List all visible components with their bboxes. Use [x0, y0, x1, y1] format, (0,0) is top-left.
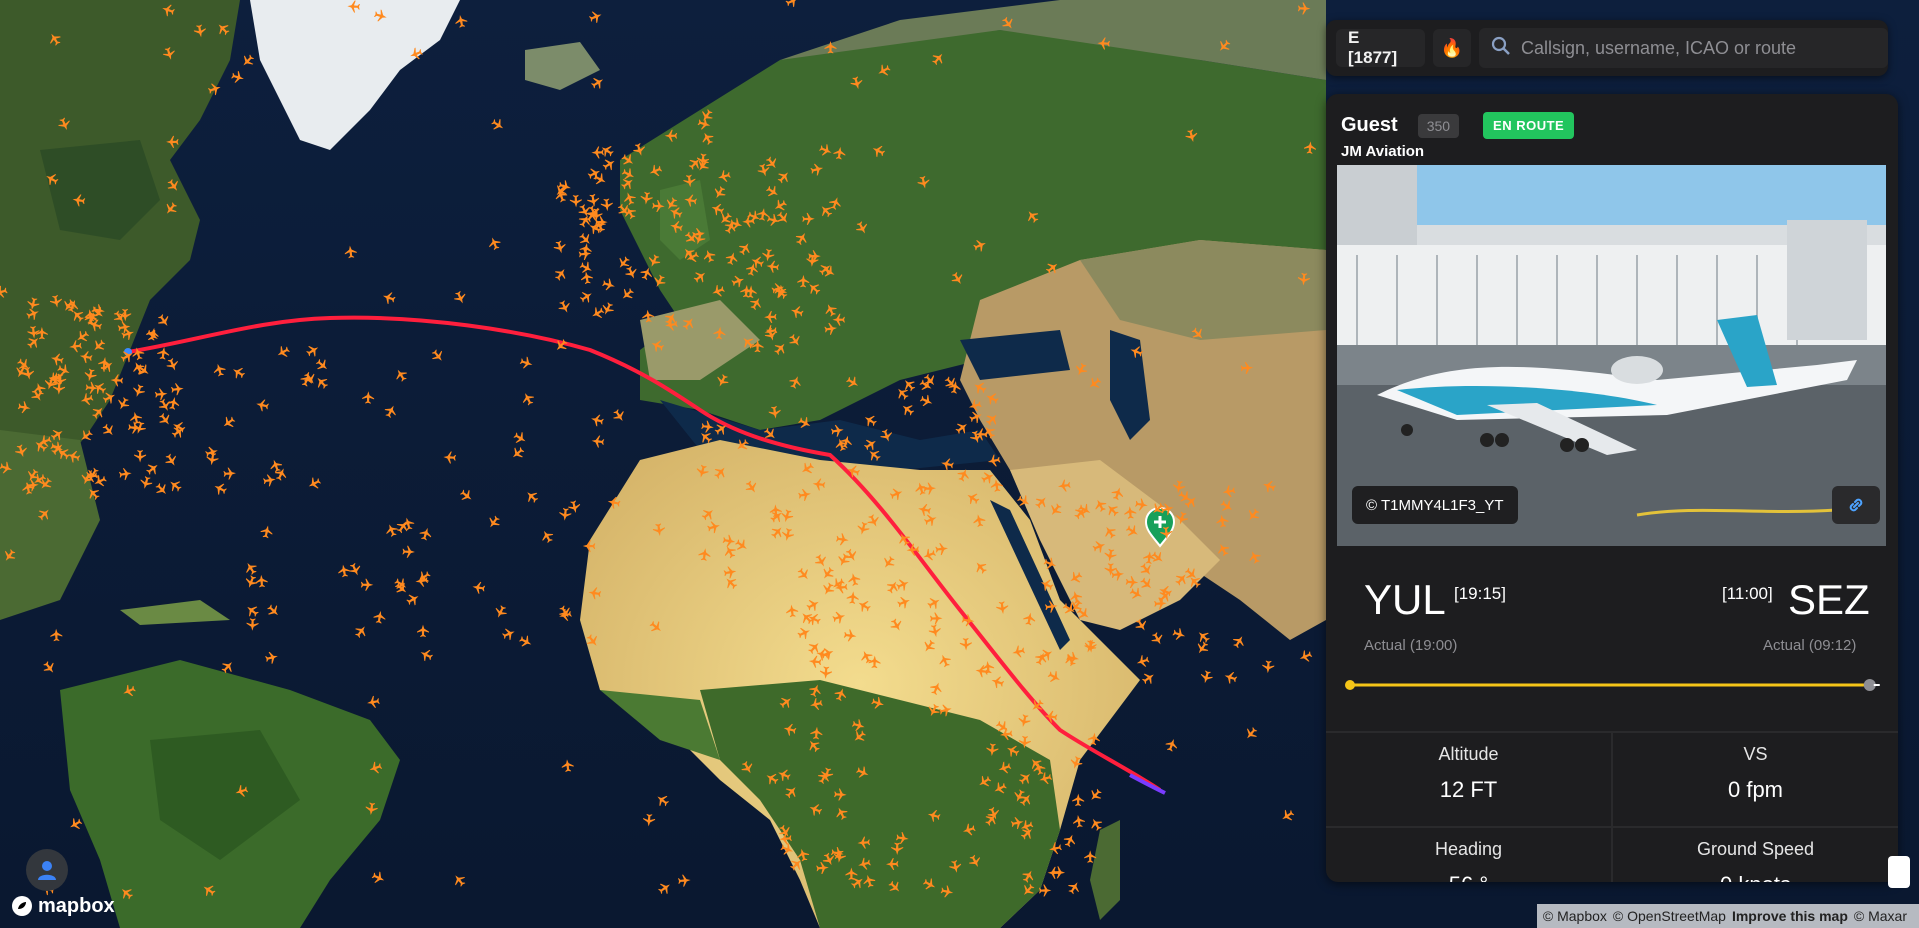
progress-plane-icon: [1863, 679, 1880, 691]
vs-value: 0 fpm: [1727, 777, 1784, 802]
altitude-stat: Altitude 12 FT: [1326, 744, 1611, 803]
mapbox-logo: mapbox: [10, 894, 115, 918]
link-icon[interactable]: [1832, 486, 1880, 524]
destination-code[interactable]: SEZ: [1788, 576, 1870, 624]
heading-stat: Heading 56 °: [1326, 839, 1611, 882]
map-attribution: © Mapbox © OpenStreetMap Improve this ma…: [1536, 904, 1919, 928]
attribution-mapbox[interactable]: © Mapbox: [1543, 908, 1607, 924]
airline-name: JM Aviation: [1341, 143, 1425, 160]
photo-credit: © T1MMY4L1F3_YT: [1352, 486, 1518, 524]
attribution-osm[interactable]: © OpenStreetMap: [1613, 908, 1726, 924]
search-box[interactable]: [1478, 28, 1888, 68]
attribution-maxar[interactable]: © Maxar: [1854, 908, 1907, 924]
search-input[interactable]: [1518, 36, 1883, 60]
flight-progress-bar: [1345, 679, 1880, 691]
flight-callsign: Guest: [1341, 114, 1398, 136]
mapbox-logo-text: mapbox: [38, 894, 115, 917]
fire-icon[interactable]: 🔥: [1433, 29, 1471, 67]
top-toolbar: E [1877] 🔥: [1326, 20, 1888, 76]
flight-tag: 350: [1417, 113, 1460, 138]
altitude-label: Altitude: [1438, 744, 1499, 764]
heading-label: Heading: [1434, 839, 1503, 859]
vs-label: VS: [1743, 744, 1768, 764]
server-label: E [1877]: [1348, 28, 1398, 67]
origin-scheduled-time: [19:15]: [1454, 584, 1506, 603]
ground-speed-label: Ground Speed: [1696, 839, 1815, 859]
heading-value: 56 °: [1326, 872, 1611, 882]
user-icon[interactable]: [26, 849, 68, 891]
search-icon: [1491, 36, 1511, 61]
mapbox-logo-icon: [12, 896, 32, 916]
photo-credit-text: © T1MMY4L1F3_YT: [1366, 496, 1504, 514]
ground-speed-value: 0 knots: [1613, 872, 1898, 882]
ground-speed-stat: Ground Speed 0 knots: [1613, 839, 1898, 882]
map-control-button[interactable]: [1888, 856, 1910, 888]
server-selector-button[interactable]: E [1877]: [1336, 28, 1426, 67]
status-badge: EN ROUTE: [1483, 112, 1575, 139]
altitude-value: 12 FT: [1439, 777, 1498, 802]
origin-actual-time: Actual (19:00): [1364, 637, 1458, 654]
vs-stat: VS 0 fpm: [1613, 744, 1898, 803]
destination-actual-time: Actual (09:12): [1763, 637, 1857, 654]
flight-details-panel: Guest 350 EN ROUTE JM Aviation © T1MMY4L…: [1326, 94, 1898, 882]
attribution-improve-link[interactable]: Improve this map: [1732, 908, 1848, 924]
destination-scheduled-time: [11:00]: [1722, 584, 1773, 603]
origin-code[interactable]: YUL: [1364, 576, 1446, 624]
